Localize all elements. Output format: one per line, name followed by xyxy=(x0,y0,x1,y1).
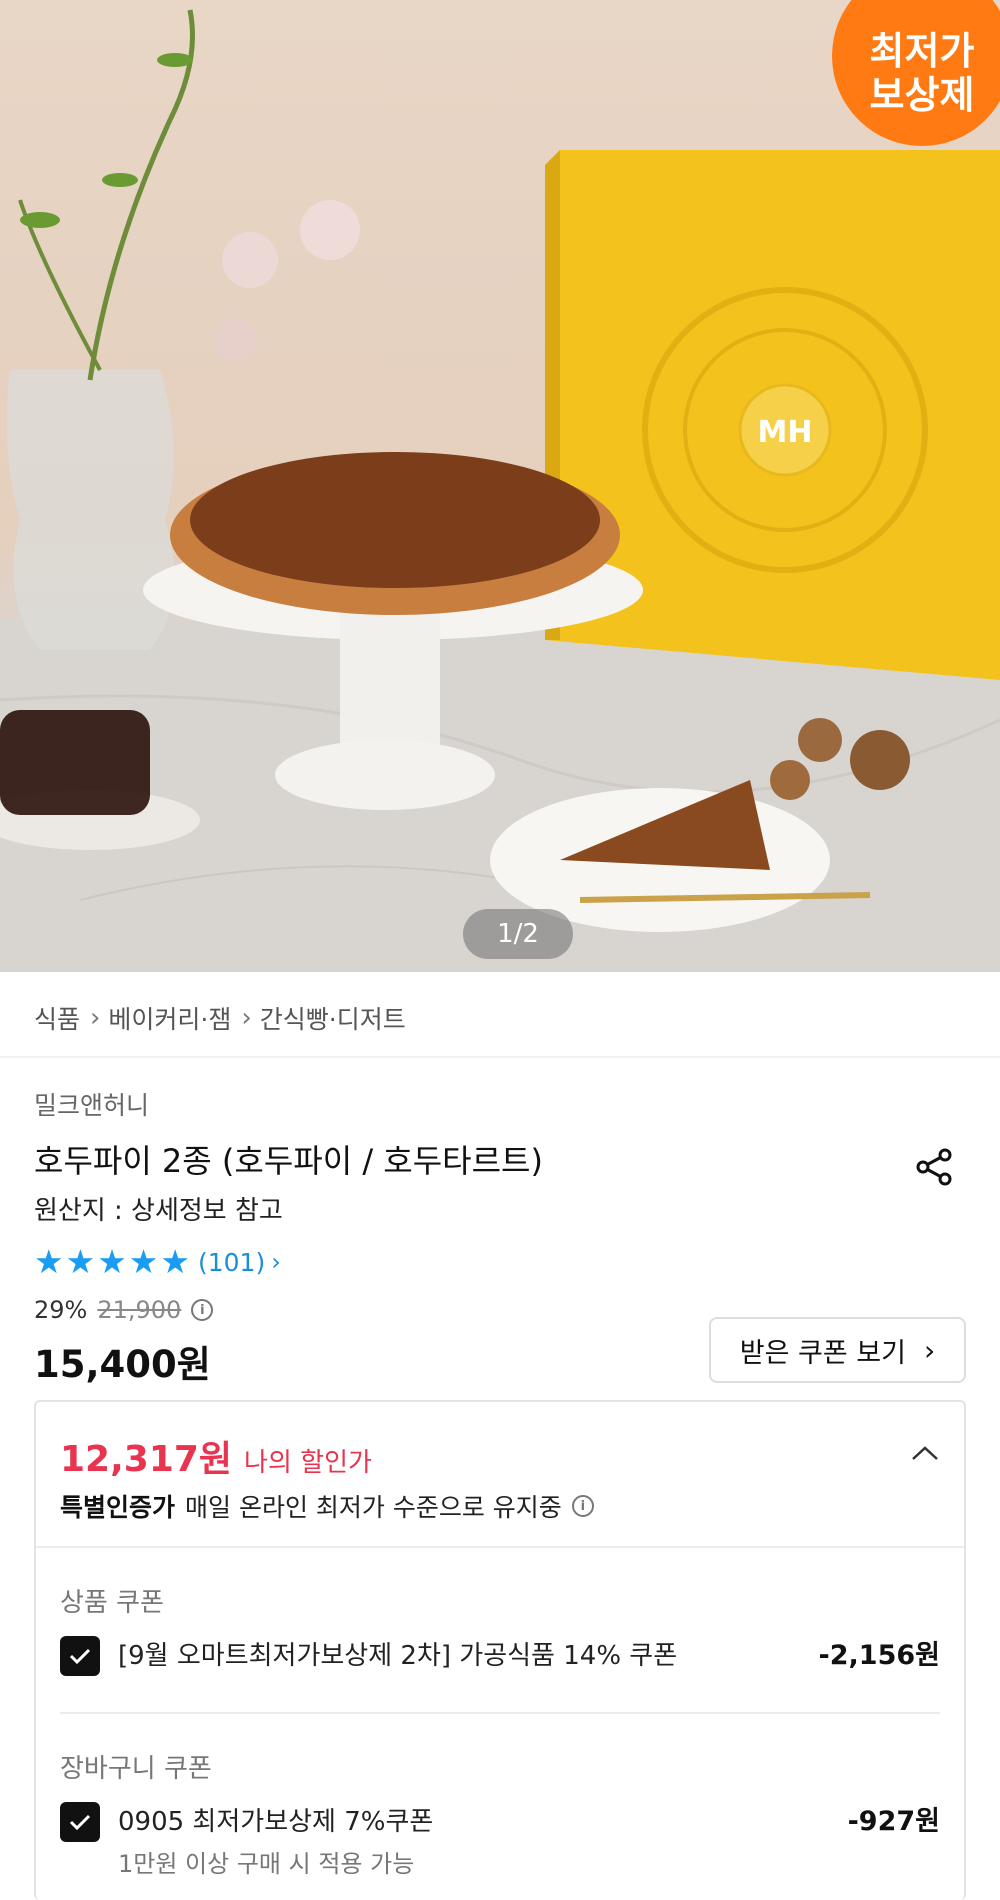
my-discount-panel: 12,317원 나의 할인가 특별인증가 매일 온라인 최저가 수준으로 유지중… xyxy=(34,1400,966,1900)
product-coupon-text: [9월 오마트최저가보상제 2차] 가공식품 14% 쿠폰 xyxy=(118,1636,819,1676)
review-count-link[interactable]: (101) › xyxy=(198,1248,281,1277)
product-image[interactable]: MH 최저가 보상제 1/2 xyxy=(0,0,1000,972)
breadcrumb-item-bakery[interactable]: 베이커리·잼 xyxy=(108,1000,231,1036)
checkmark-icon xyxy=(69,1814,91,1831)
review-count: (101) xyxy=(197,1247,266,1277)
cart-coupon-name: 0905 최저가보상제 7%쿠폰 xyxy=(118,1807,434,1837)
star-icon: ★ xyxy=(34,1242,64,1281)
coupon-button-label: 받은 쿠폰 보기 xyxy=(739,1337,906,1369)
product-coupon-name: [9월 오마트최저가보상제 2차] 가공식품 14% 쿠폰 xyxy=(118,1641,678,1671)
badge-line-1: 최저가 xyxy=(869,29,975,73)
breadcrumb: 식품 › 베이커리·잼 › 간식빵·디저트 xyxy=(34,996,406,1040)
product-coupon-section-label: 상품 쿠폰 xyxy=(60,1588,164,1618)
breadcrumb-item-dessert[interactable]: 간식빵·디저트 xyxy=(260,1000,406,1036)
my-discount-price: 12,317원 xyxy=(60,1439,233,1480)
chevron-right-icon: › xyxy=(90,1003,101,1033)
cart-coupon-condition: 1만원 이상 구매 시 적용 가능 xyxy=(118,1850,415,1878)
cart-coupon-section-label: 장바구니 쿠폰 xyxy=(60,1754,212,1784)
chevron-right-icon: › xyxy=(241,1003,252,1033)
brand-name[interactable]: 밀크앤허니 xyxy=(34,1086,149,1122)
badge-line-2: 보상제 xyxy=(869,73,975,117)
product-coupon-row[interactable]: [9월 오마트최저가보상제 2차] 가공식품 14% 쿠폰 -2,156원 xyxy=(60,1636,940,1676)
my-discount-label: 나의 할인가 xyxy=(244,1448,372,1478)
star-icon: ★ xyxy=(97,1242,127,1281)
view-received-coupons-button[interactable]: 받은 쿠폰 보기 › xyxy=(709,1317,966,1383)
my-discount-header: 12,317원 나의 할인가 xyxy=(60,1430,372,1482)
origin-info: 원산지 : 상세정보 참고 xyxy=(34,1196,283,1226)
image-pager: 1/2 xyxy=(463,909,573,959)
cart-coupon-checkbox[interactable] xyxy=(60,1802,100,1842)
cart-coupon-text: 0905 최저가보상제 7%쿠폰 1만원 이상 구매 시 적용 가능 xyxy=(118,1802,848,1879)
product-coupon-checkbox[interactable] xyxy=(60,1636,100,1676)
divider xyxy=(0,1056,1000,1058)
svg-text:MH: MH xyxy=(758,415,813,450)
rating[interactable]: ★ ★ ★ ★ ★ (101) › xyxy=(34,1244,281,1280)
star-icon: ★ xyxy=(128,1242,159,1281)
star-icon: ★ xyxy=(65,1242,96,1281)
chevron-right-icon: › xyxy=(924,1333,936,1367)
product-photo-illustration: MH xyxy=(0,9,1000,972)
chevron-right-icon: › xyxy=(271,1248,281,1276)
cart-coupon-amount: -927원 xyxy=(847,1806,940,1837)
sale-price: 15,400원 xyxy=(34,1343,211,1386)
star-icon: ★ xyxy=(160,1242,190,1281)
star-rating: ★ ★ ★ ★ ★ xyxy=(34,1244,190,1280)
discount-row: 29% 21,900 i xyxy=(34,1296,214,1324)
info-icon[interactable]: i xyxy=(191,1299,214,1321)
info-icon[interactable]: i xyxy=(571,1495,594,1517)
divider xyxy=(60,1712,940,1714)
product-coupon-amount: -2,156원 xyxy=(818,1640,940,1671)
special-certified-badge: 특별인증가 xyxy=(60,1493,176,1522)
discount-percent: 29% xyxy=(34,1296,88,1324)
share-icon[interactable] xyxy=(910,1142,960,1192)
chevron-up-icon[interactable] xyxy=(910,1438,940,1468)
special-certified-note: 특별인증가 매일 온라인 최저가 수준으로 유지중 i xyxy=(60,1488,594,1524)
cart-coupon-row[interactable]: 0905 최저가보상제 7%쿠폰 1만원 이상 구매 시 적용 가능 -927원 xyxy=(60,1802,940,1879)
original-price: 21,900 xyxy=(97,1296,182,1324)
breadcrumb-item-food[interactable]: 식품 xyxy=(34,1000,80,1036)
checkmark-icon xyxy=(69,1648,91,1665)
divider xyxy=(36,1546,964,1548)
lowest-price-note: 매일 온라인 최저가 수준으로 유지중 xyxy=(185,1493,562,1522)
product-title: 호두파이 2종 (호두파이 / 호두타르트) xyxy=(34,1142,543,1180)
